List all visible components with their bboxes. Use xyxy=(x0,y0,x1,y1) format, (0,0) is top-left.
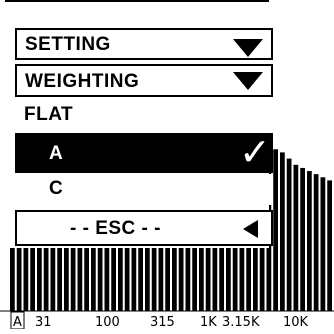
esc-label: - - ESC - - xyxy=(70,218,161,239)
option-c[interactable]: C xyxy=(15,174,273,205)
weighting-label: WEIGHTING xyxy=(25,71,140,92)
dropdown-arrow-icon xyxy=(233,72,263,90)
spectrum-bar xyxy=(293,164,299,311)
spectrum-bar xyxy=(327,180,332,311)
option-flat[interactable]: FLAT xyxy=(15,99,273,132)
freq-label-10k: 10K xyxy=(283,315,309,329)
spectrum-bar xyxy=(286,158,292,311)
freq-label-31: 31 xyxy=(35,315,52,329)
back-arrow-icon xyxy=(243,220,258,238)
option-a-label: A xyxy=(49,143,64,164)
freq-label-100: 100 xyxy=(95,315,120,329)
spectrum-bar xyxy=(16,239,22,311)
spectrum-bar xyxy=(313,174,319,311)
checkmark-icon: ✓ xyxy=(239,130,272,174)
freq-label-1k: 1K xyxy=(200,315,217,329)
spectrum-bar xyxy=(280,152,285,311)
spectrum-bar xyxy=(300,167,305,311)
spectrum-bar xyxy=(307,171,312,311)
freq-label-3-15k: 3.15K xyxy=(222,315,260,329)
esc-button[interactable]: - - ESC - - xyxy=(15,210,273,246)
dropdown-arrow-icon xyxy=(233,39,263,57)
setting-row[interactable]: SETTING xyxy=(15,28,273,60)
option-c-label: C xyxy=(49,178,64,199)
spectrum-analyzer-screen: A 31 100 315 1K 3.15K 10K SETTING WEIGHT… xyxy=(0,0,334,330)
freq-label-315: 315 xyxy=(150,315,175,329)
menu-panel: SETTING WEIGHTING FLAT A ✓ C - - ESC - - xyxy=(5,0,273,248)
spectrum-bar xyxy=(320,177,326,311)
option-flat-label: FLAT xyxy=(24,104,74,125)
weighting-row[interactable]: WEIGHTING xyxy=(15,64,273,97)
setting-label: SETTING xyxy=(25,34,111,55)
option-a[interactable]: A ✓ xyxy=(15,130,273,174)
spectrum-bar xyxy=(273,149,278,311)
weighting-mode-label: A xyxy=(13,315,22,329)
